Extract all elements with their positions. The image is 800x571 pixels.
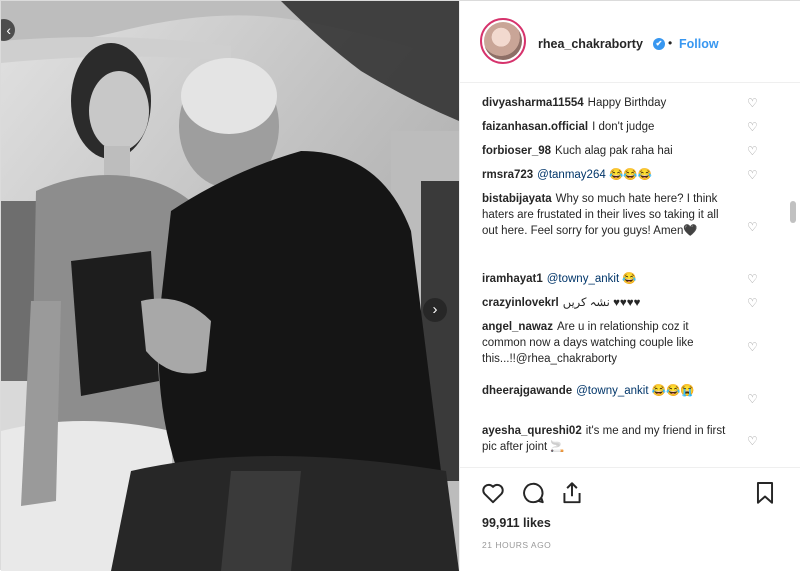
comment-username[interactable]: iramhayat1 (482, 273, 543, 285)
comment-text: 😂 (622, 273, 637, 285)
comment-like-heart-icon[interactable]: ♡ (747, 97, 759, 109)
comment-username[interactable]: divyasharma11554 (482, 97, 584, 109)
post-header: rhea_chakraborty ✔ • Follow (460, 1, 800, 83)
comment-like-heart-icon[interactable]: ♡ (747, 221, 759, 233)
post-side-panel: rhea_chakraborty ✔ • Follow divyasharma1… (459, 1, 800, 571)
comments-list: divyasharma11554 Happy Birthday ♡ faizanh… (460, 85, 800, 467)
separator-dot: • (668, 36, 673, 50)
comment-mention-link[interactable]: @towny_ankit (576, 385, 648, 397)
comment-username[interactable]: forbioser_98 (482, 145, 551, 157)
comment-item: divyasharma11554 Happy Birthday (482, 95, 734, 111)
comment-username[interactable]: faizanhasan.official (482, 121, 588, 133)
username-link[interactable]: rhea_chakraborty (538, 37, 643, 51)
comment-text: Happy Birthday (587, 97, 667, 109)
comment-like-heart-icon[interactable]: ♡ (747, 145, 759, 157)
comment-text: 😂😂😭 (651, 385, 695, 397)
comment-icon[interactable] (520, 480, 546, 506)
avatar[interactable] (480, 18, 526, 64)
post-photo[interactable]: ‹ › (1, 1, 459, 571)
comment-text: 😂😂😂 (608, 169, 652, 181)
share-icon[interactable] (559, 480, 585, 506)
comment-item: crazyinlovekrl نشہ کریں ♥♥♥♥ (482, 295, 734, 311)
comment-text: نشہ کریں ♥♥♥♥ (562, 297, 641, 309)
comment-like-heart-icon[interactable]: ♡ (747, 297, 759, 309)
post-timestamp[interactable]: 21 HOURS AGO (482, 540, 551, 550)
comment-mention-link[interactable]: @towny_ankit (547, 273, 619, 285)
comment-username[interactable]: ayesha_qureshi02 (482, 425, 582, 437)
comment-username[interactable]: crazyinlovekrl (482, 297, 559, 309)
comment-item: bistabijayata Why so much hate here? I th… (482, 191, 734, 239)
next-photo-button[interactable]: › (423, 298, 447, 322)
post-actions: 99,911 likes 21 HOURS AGO (460, 467, 800, 571)
avatar-image (484, 22, 522, 60)
comments-scrollbar[interactable] (790, 201, 796, 223)
comment-username[interactable]: rmsra723 (482, 169, 533, 181)
comment-item: angel_nawaz Are u in relationship coz it … (482, 319, 734, 367)
comment-like-heart-icon[interactable]: ♡ (747, 169, 759, 181)
comment-like-heart-icon[interactable]: ♡ (747, 435, 759, 447)
comment-mention-link[interactable]: @tanmay264 (537, 169, 606, 181)
comment-username[interactable]: angel_nawaz (482, 321, 553, 333)
comment-text: Kuch alag pak raha hai (555, 145, 673, 157)
comment-like-heart-icon[interactable]: ♡ (747, 273, 759, 285)
comment-item: dheerajgawande @towny_ankit 😂😂😭 (482, 383, 734, 399)
photo-illustration (1, 1, 459, 571)
bookmark-icon[interactable] (752, 480, 778, 506)
comment-like-heart-icon[interactable]: ♡ (747, 121, 759, 133)
comment-like-heart-icon[interactable]: ♡ (747, 341, 759, 353)
comment-text: I don't judge (592, 121, 655, 133)
comment-item: ayesha_qureshi02 it's me and my friend in… (482, 423, 734, 455)
comment-username[interactable]: bistabijayata (482, 193, 552, 205)
comment-item: faizanhasan.official I don't judge (482, 119, 734, 135)
follow-button[interactable]: Follow (679, 37, 719, 51)
comment-item: iramhayat1 @towny_ankit 😂 (482, 271, 734, 287)
comment-username[interactable]: dheerajgawande (482, 385, 572, 397)
comment-like-heart-icon[interactable]: ♡ (747, 393, 759, 405)
verified-badge-icon: ✔ (653, 38, 665, 50)
likes-count[interactable]: 99,911 likes (482, 516, 551, 530)
comment-item: forbioser_98 Kuch alag pak raha hai (482, 143, 734, 159)
comment-item: rmsra723 @tanmay264 😂😂😂 (482, 167, 734, 183)
instagram-post: ‹ › rhea_chakraborty ✔ • Follow divyasha… (0, 0, 800, 571)
heart-icon[interactable] (480, 480, 506, 506)
